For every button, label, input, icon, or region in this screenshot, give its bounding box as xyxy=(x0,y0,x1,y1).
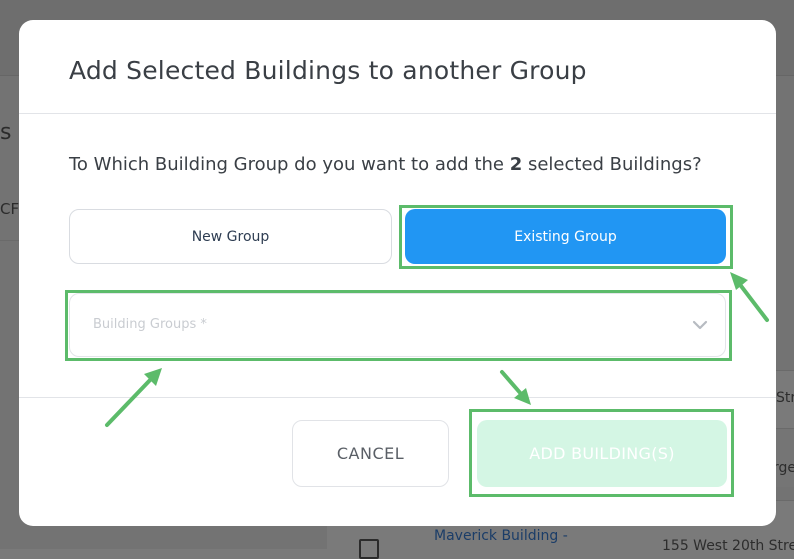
dialog-question: To Which Building Group do you want to a… xyxy=(69,154,702,175)
cancel-button[interactable]: CANCEL xyxy=(292,420,449,487)
chevron-down-icon xyxy=(692,320,708,330)
background-label-fragment: CF xyxy=(0,200,20,218)
table-cell-address: Str xyxy=(776,390,794,406)
selected-count: 2 xyxy=(509,154,523,175)
dialog-title: Add Selected Buildings to another Group xyxy=(69,56,587,85)
question-prefix: To Which Building Group do you want to a… xyxy=(69,154,510,175)
background-heading-fragment: s xyxy=(0,120,12,145)
row-checkbox[interactable] xyxy=(359,539,379,559)
table-cell-address: 155 West 20th Stre xyxy=(662,538,794,554)
table-cell-address: rge xyxy=(773,460,794,476)
footer-divider xyxy=(19,397,776,398)
building-groups-placeholder: Building Groups * xyxy=(93,317,207,332)
building-name-link[interactable]: Maverick Building - xyxy=(434,528,568,544)
existing-group-button[interactable]: Existing Group xyxy=(405,209,726,264)
building-groups-select[interactable]: Building Groups * xyxy=(69,293,726,357)
add-buildings-button[interactable]: ADD BUILDING(S) xyxy=(477,420,727,487)
add-to-group-dialog: Add Selected Buildings to another Group … xyxy=(19,20,776,526)
new-group-button[interactable]: New Group xyxy=(69,209,392,264)
question-suffix: selected Buildings? xyxy=(522,154,702,175)
header-divider xyxy=(19,113,776,114)
